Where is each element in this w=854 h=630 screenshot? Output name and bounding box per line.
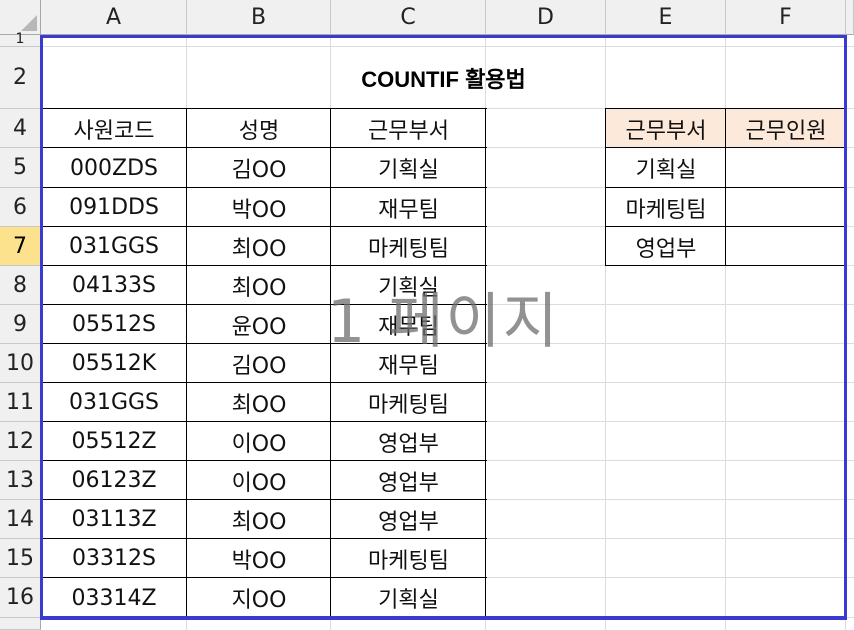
row-header-15[interactable]: 15 — [0, 539, 41, 578]
page-break-right — [844, 35, 847, 620]
summary-cell[interactable] — [726, 227, 846, 266]
table-cell[interactable]: 최OO — [187, 227, 331, 266]
table-cell[interactable]: 이OO — [187, 461, 331, 500]
summary-cell[interactable] — [726, 148, 846, 188]
summary-cell[interactable]: 영업부 — [606, 227, 726, 266]
page-watermark: 1 페이지 — [327, 287, 560, 357]
page-break-bottom — [40, 616, 847, 620]
row-header-2[interactable]: 2 — [0, 47, 41, 109]
table-cell[interactable]: 091DDS — [41, 188, 187, 227]
summary-border — [605, 108, 606, 266]
row-header-8[interactable]: 8 — [0, 266, 41, 305]
summary-header-cell[interactable]: 근무인원 — [726, 109, 846, 148]
table-cell[interactable]: 최OO — [187, 266, 331, 305]
table-cell[interactable]: 최OO — [187, 383, 331, 422]
column-header-f[interactable]: F — [726, 0, 846, 35]
table-border — [41, 421, 487, 422]
select-all-corner[interactable] — [0, 0, 41, 35]
row-header-11[interactable]: 11 — [0, 383, 41, 422]
page-break-left — [40, 35, 43, 620]
table-cell[interactable]: 박OO — [187, 539, 331, 578]
table-cell[interactable]: 마케팅팀 — [331, 227, 486, 266]
table-cell[interactable]: 박OO — [187, 188, 331, 227]
table-header-cell[interactable]: 성명 — [187, 109, 331, 148]
column-header-e[interactable]: E — [606, 0, 726, 35]
table-cell[interactable]: 기획실 — [331, 148, 486, 188]
row-header-16[interactable]: 16 — [0, 578, 41, 618]
summary-header-cell[interactable]: 근무부서 — [606, 109, 726, 148]
row-header-5[interactable]: 5 — [0, 148, 41, 188]
table-cell[interactable]: 04133S — [41, 266, 187, 305]
table-border — [330, 108, 331, 618]
table-border — [41, 265, 487, 266]
table-border — [485, 108, 486, 618]
table-border — [41, 538, 487, 539]
table-cell[interactable]: 03113Z — [41, 500, 187, 539]
table-cell[interactable]: 최OO — [187, 500, 331, 539]
table-cell[interactable]: 06123Z — [41, 461, 187, 500]
column-header-next[interactable] — [846, 0, 854, 35]
summary-cell[interactable]: 마케팅팀 — [606, 188, 726, 227]
table-cell[interactable]: 지OO — [187, 578, 331, 618]
row-header-7[interactable]: 7 — [0, 227, 41, 266]
table-cell[interactable]: 마케팅팀 — [331, 383, 486, 422]
table-cell[interactable]: 05512K — [41, 344, 187, 383]
table-cell[interactable]: 마케팅팀 — [331, 539, 486, 578]
table-cell[interactable]: 000ZDS — [41, 148, 187, 188]
summary-cell[interactable]: 기획실 — [606, 148, 726, 188]
table-cell[interactable]: 05512S — [41, 305, 187, 344]
table-cell[interactable]: 영업부 — [331, 422, 486, 461]
column-header-c[interactable]: C — [331, 0, 486, 35]
row-header-4[interactable]: 4 — [0, 109, 41, 148]
table-cell[interactable]: 05512Z — [41, 422, 187, 461]
table-cell[interactable]: 기획실 — [331, 578, 486, 618]
summary-cell[interactable] — [726, 188, 846, 227]
row-header-9[interactable]: 9 — [0, 305, 41, 344]
table-cell[interactable]: 영업부 — [331, 461, 486, 500]
table-border — [41, 382, 487, 383]
table-border — [41, 187, 487, 188]
summary-border — [725, 108, 726, 266]
table-cell[interactable]: 윤OO — [187, 305, 331, 344]
row-header-10[interactable]: 10 — [0, 344, 41, 383]
table-header-cell[interactable]: 근무부서 — [331, 109, 486, 148]
table-cell[interactable]: 김OO — [187, 344, 331, 383]
table-cell[interactable]: 영업부 — [331, 500, 486, 539]
row-header-12[interactable]: 12 — [0, 422, 41, 461]
table-cell[interactable]: 재무팀 — [331, 188, 486, 227]
row-header-1[interactable]: 1 — [0, 32, 41, 47]
table-border — [41, 499, 487, 500]
column-header-a[interactable]: A — [41, 0, 187, 35]
sheet-title[interactable]: COUNTIF 활용법 — [41, 47, 846, 109]
table-border — [41, 108, 487, 109]
table-cell[interactable]: 03314Z — [41, 578, 187, 618]
table-header-cell[interactable]: 사원코드 — [41, 109, 187, 148]
row-header-6[interactable]: 6 — [0, 188, 41, 227]
row-header-13[interactable]: 13 — [0, 461, 41, 500]
page-break-top — [40, 35, 847, 38]
table-cell[interactable]: 김OO — [187, 148, 331, 188]
table-cell[interactable]: 031GGS — [41, 383, 187, 422]
table-border — [41, 147, 487, 148]
column-header-d[interactable]: D — [486, 0, 606, 35]
row-header-14[interactable]: 14 — [0, 500, 41, 539]
column-header-b[interactable]: B — [187, 0, 331, 35]
table-cell[interactable]: 이OO — [187, 422, 331, 461]
spreadsheet-grid[interactable]: A B C D E F 1 2 4 5 6 7 8 9 10 11 12 13 14 15 16 COUNTIF 활용법 사… — [0, 0, 854, 630]
table-cell[interactable]: 03312S — [41, 539, 187, 578]
table-border — [186, 108, 187, 618]
table-border — [41, 226, 487, 227]
table-cell[interactable]: 031GGS — [41, 227, 187, 266]
row-header-17[interactable] — [0, 618, 41, 630]
table-border — [41, 577, 487, 578]
table-border — [41, 460, 487, 461]
select-all-triangle-icon — [21, 15, 37, 31]
